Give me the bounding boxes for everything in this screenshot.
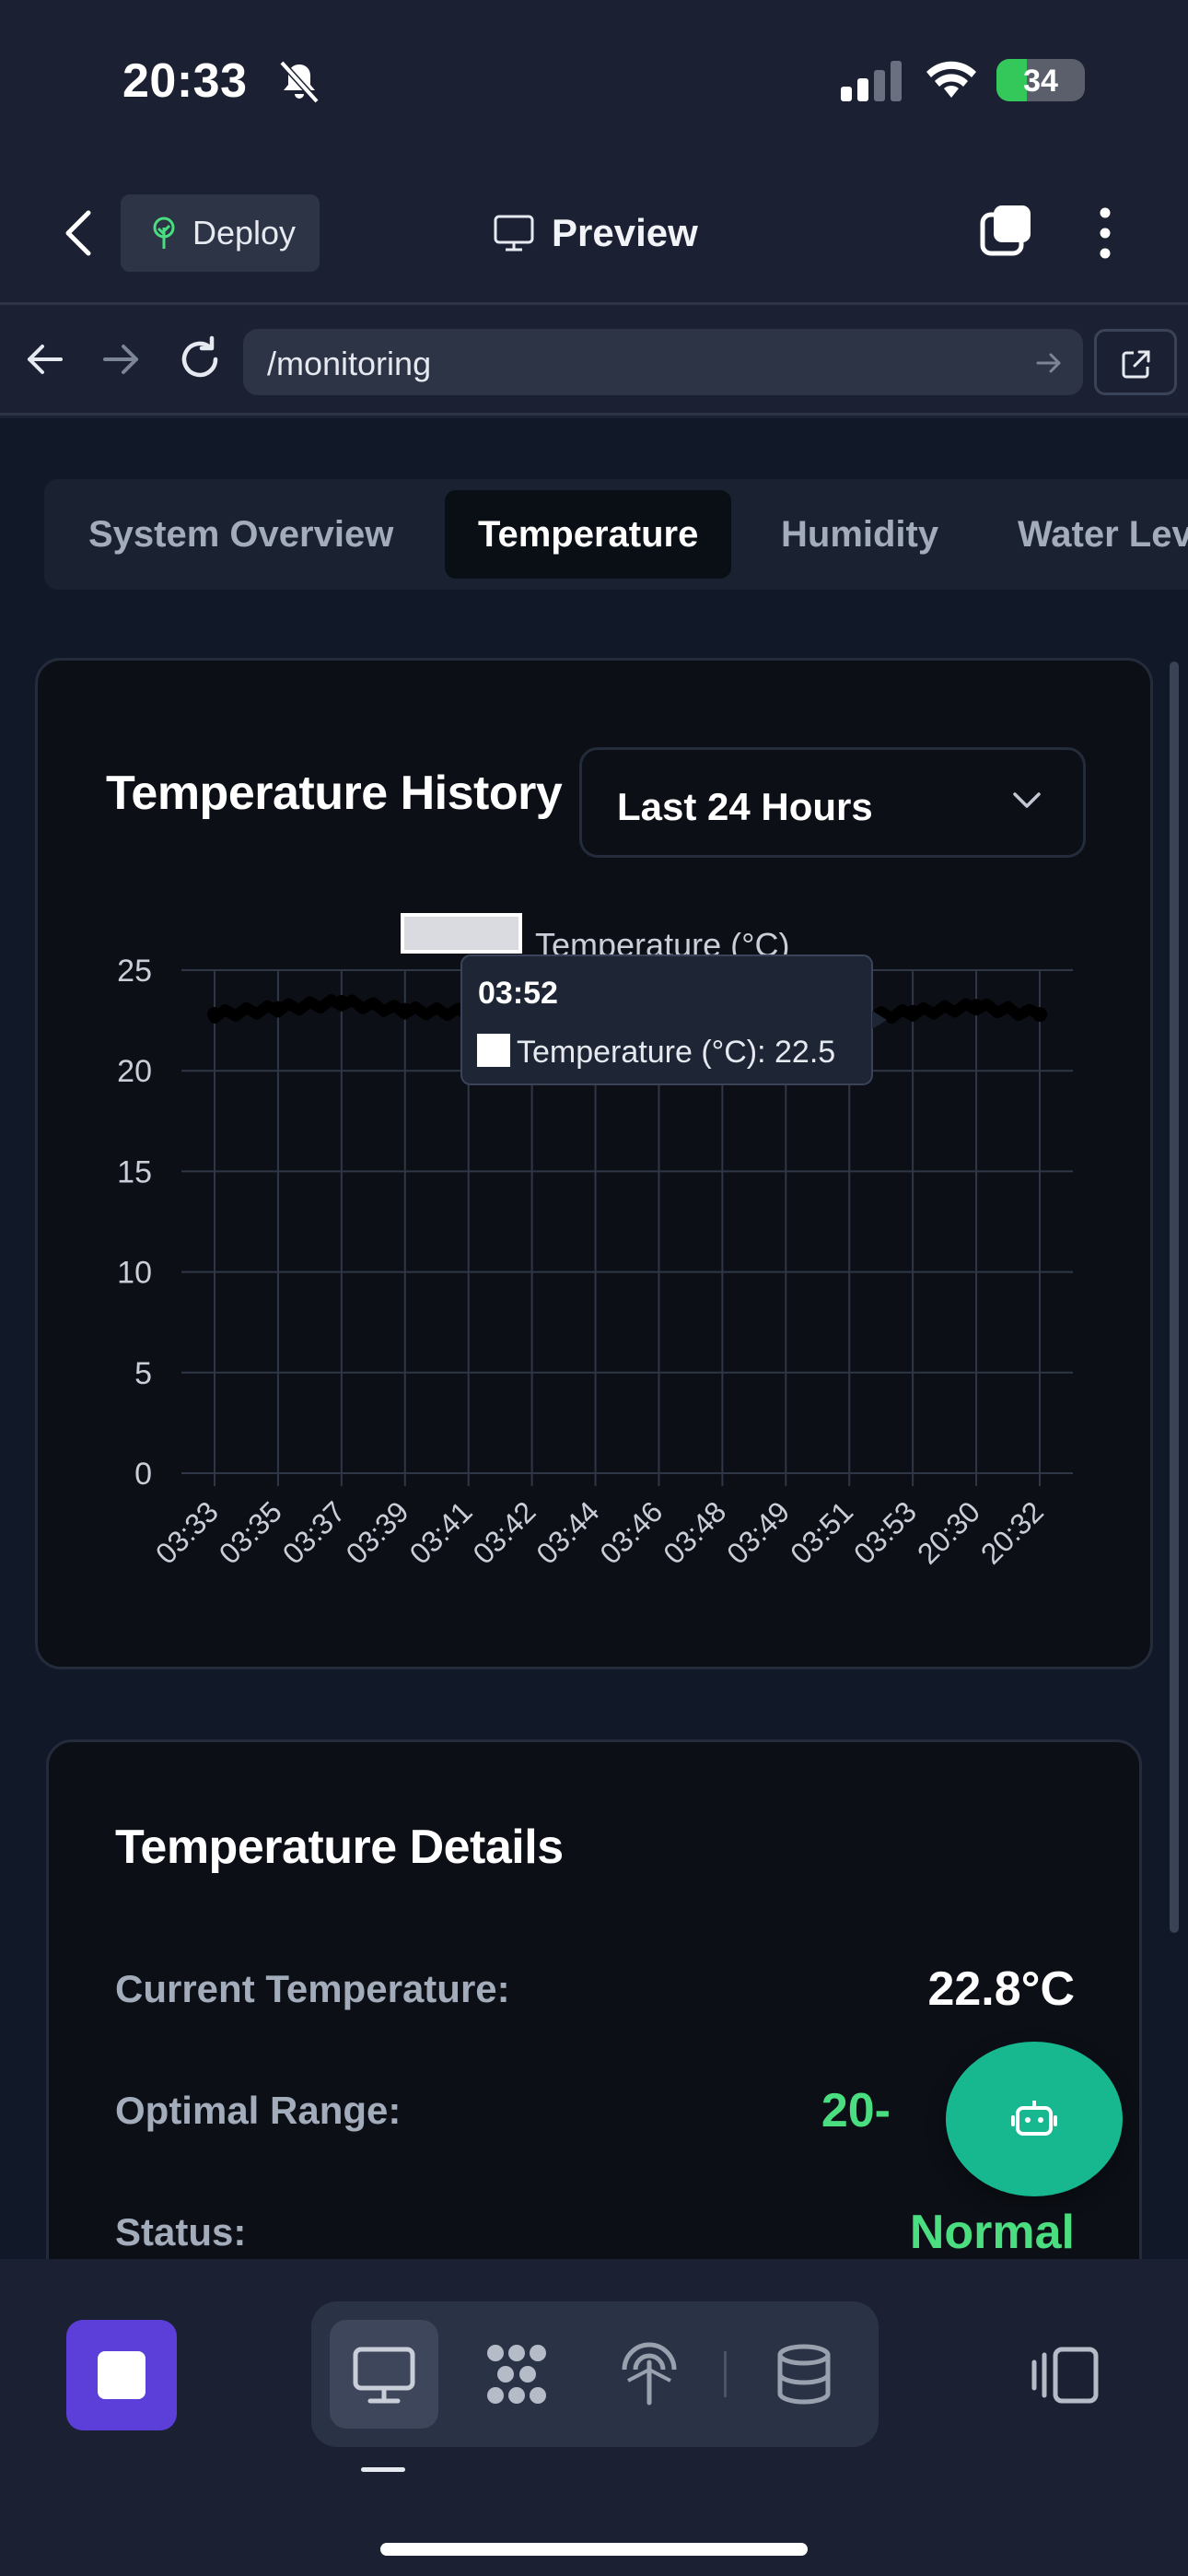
x-tick-label: 03:49: [720, 1494, 796, 1570]
x-tick-label: 03:48: [657, 1494, 732, 1570]
tooltip-title: 03:52: [478, 976, 558, 1011]
data-point: [207, 1007, 222, 1023]
preview-label: Preview: [552, 211, 698, 254]
tab-humidity[interactable]: Humidity: [781, 490, 938, 579]
tooltip-label: Temperature (°C): 22.5: [517, 1035, 835, 1070]
go-arrow-icon[interactable]: [1035, 349, 1063, 377]
battery-icon: 34: [996, 59, 1085, 101]
robot-icon: [1011, 2101, 1057, 2136]
temperature-details-card: Temperature Details Current Temperature:…: [46, 1739, 1142, 2259]
x-tick-label: 20:32: [974, 1494, 1050, 1570]
more-vertical-icon[interactable]: [1087, 205, 1124, 261]
data-point: [333, 994, 349, 1010]
y-tick-label: 20: [117, 1054, 152, 1089]
home-indicator: [380, 2543, 808, 2556]
x-tick-label: 03:41: [403, 1494, 479, 1570]
database-view-button[interactable]: [750, 2320, 858, 2429]
assistant-fab-button[interactable]: [946, 2042, 1123, 2196]
x-tick-label: 03:35: [213, 1494, 288, 1570]
app-header: Deploy Preview: [0, 161, 1188, 305]
nodes-icon: [487, 2345, 546, 2404]
y-tick-label: 0: [134, 1457, 152, 1492]
x-tick-label: 03:53: [847, 1494, 923, 1570]
optimal-range-value: 20-: [821, 2084, 891, 2137]
chevron-left-icon[interactable]: [57, 207, 103, 259]
preview-title: Preview: [493, 207, 698, 259]
stop-icon: [98, 2351, 146, 2399]
legend-swatch: [401, 913, 522, 954]
tab-temperature[interactable]: Temperature: [445, 490, 732, 579]
active-view-indicator: [361, 2467, 405, 2472]
signal-icon: [841, 61, 902, 101]
plant-icon: [153, 217, 175, 249]
panel-icon[interactable]: [1031, 2346, 1100, 2405]
y-tick-label: 15: [117, 1154, 152, 1189]
tabs-icon[interactable]: [979, 204, 1034, 259]
deploy-button[interactable]: Deploy: [121, 194, 320, 272]
wifi-icon: [926, 61, 976, 98]
y-tick-label: 25: [117, 954, 152, 989]
x-tick-label: 03:46: [593, 1494, 669, 1570]
bell-slash-icon: [279, 60, 320, 104]
reload-icon[interactable]: [175, 334, 225, 384]
bottom-toolbar: [0, 2259, 1188, 2576]
x-tick-label: 03:37: [276, 1494, 352, 1570]
url-text: /monitoring: [267, 345, 432, 382]
optimal-range-label: Optimal Range:: [115, 2089, 402, 2132]
data-point: [969, 999, 984, 1014]
current-temperature-row: Current Temperature: 22.8°C: [115, 1962, 1075, 2022]
x-tick-label: 03:44: [530, 1494, 605, 1570]
temperature-chart[interactable]: 0 5 10 15 20 25 03:3303:3503:3703:3903:4103:42…: [38, 661, 1156, 1672]
tab-system-overview[interactable]: System Overview: [88, 490, 393, 579]
battery-level: 34: [1023, 64, 1058, 99]
external-link-button[interactable]: [1094, 329, 1177, 395]
url-bar[interactable]: /monitoring: [243, 329, 1083, 395]
stop-button[interactable]: [66, 2320, 177, 2430]
deploy-label: Deploy: [192, 214, 297, 252]
current-temperature-value: 22.8°C: [927, 1962, 1075, 2016]
page-content: System Overview Temperature Humidity Wat…: [0, 418, 1188, 2259]
browser-toolbar: /monitoring: [0, 305, 1188, 416]
data-point: [270, 1001, 285, 1016]
data-point: [1032, 1007, 1047, 1023]
desktop-view-button[interactable]: [330, 2320, 438, 2429]
status-label: Status:: [115, 2210, 247, 2254]
arrow-left-icon[interactable]: [24, 338, 66, 381]
x-tick-label: 20:30: [911, 1494, 986, 1570]
current-temperature-label: Current Temperature:: [115, 1967, 510, 2010]
status-value: Normal: [909, 2206, 1075, 2259]
arrow-right-icon[interactable]: [99, 338, 142, 381]
nodes-view-button[interactable]: [462, 2320, 571, 2429]
tab-water-level[interactable]: Water Lev: [1018, 490, 1188, 579]
status-row: Status: Normal: [115, 2206, 1075, 2259]
status-time: 20:33: [122, 54, 248, 108]
x-tick-label: 03:39: [340, 1494, 415, 1570]
y-tick-label: 10: [117, 1256, 152, 1291]
x-tick-label: 03:33: [149, 1494, 225, 1570]
x-tick-label: 03:42: [466, 1494, 542, 1570]
scrollbar[interactable]: [1170, 662, 1179, 1933]
details-title: Temperature Details: [115, 1821, 564, 1874]
y-tick-label: 5: [134, 1356, 152, 1391]
optimal-range-row: Optimal Range: 20-: [115, 2084, 1075, 2144]
monitor-icon: [494, 215, 534, 252]
antenna-view-button[interactable]: [595, 2320, 704, 2429]
status-bar: 20:33 34: [0, 0, 1188, 161]
desktop-icon: [353, 2347, 415, 2404]
data-point: [905, 1004, 921, 1020]
antenna-icon: [622, 2342, 677, 2406]
x-tick-label: 03:51: [784, 1494, 859, 1570]
database-icon: [777, 2344, 831, 2405]
external-link-icon: [1122, 350, 1150, 379]
temperature-history-card: Temperature History Last 24 Hours 0 5 10 15…: [35, 658, 1153, 1669]
segment-divider: [724, 2351, 727, 2397]
tab-list: System Overview Temperature Humidity Wat…: [44, 479, 1188, 590]
tooltip-swatch: [477, 1034, 510, 1067]
data-point: [397, 1002, 413, 1018]
view-switcher: [311, 2301, 879, 2447]
